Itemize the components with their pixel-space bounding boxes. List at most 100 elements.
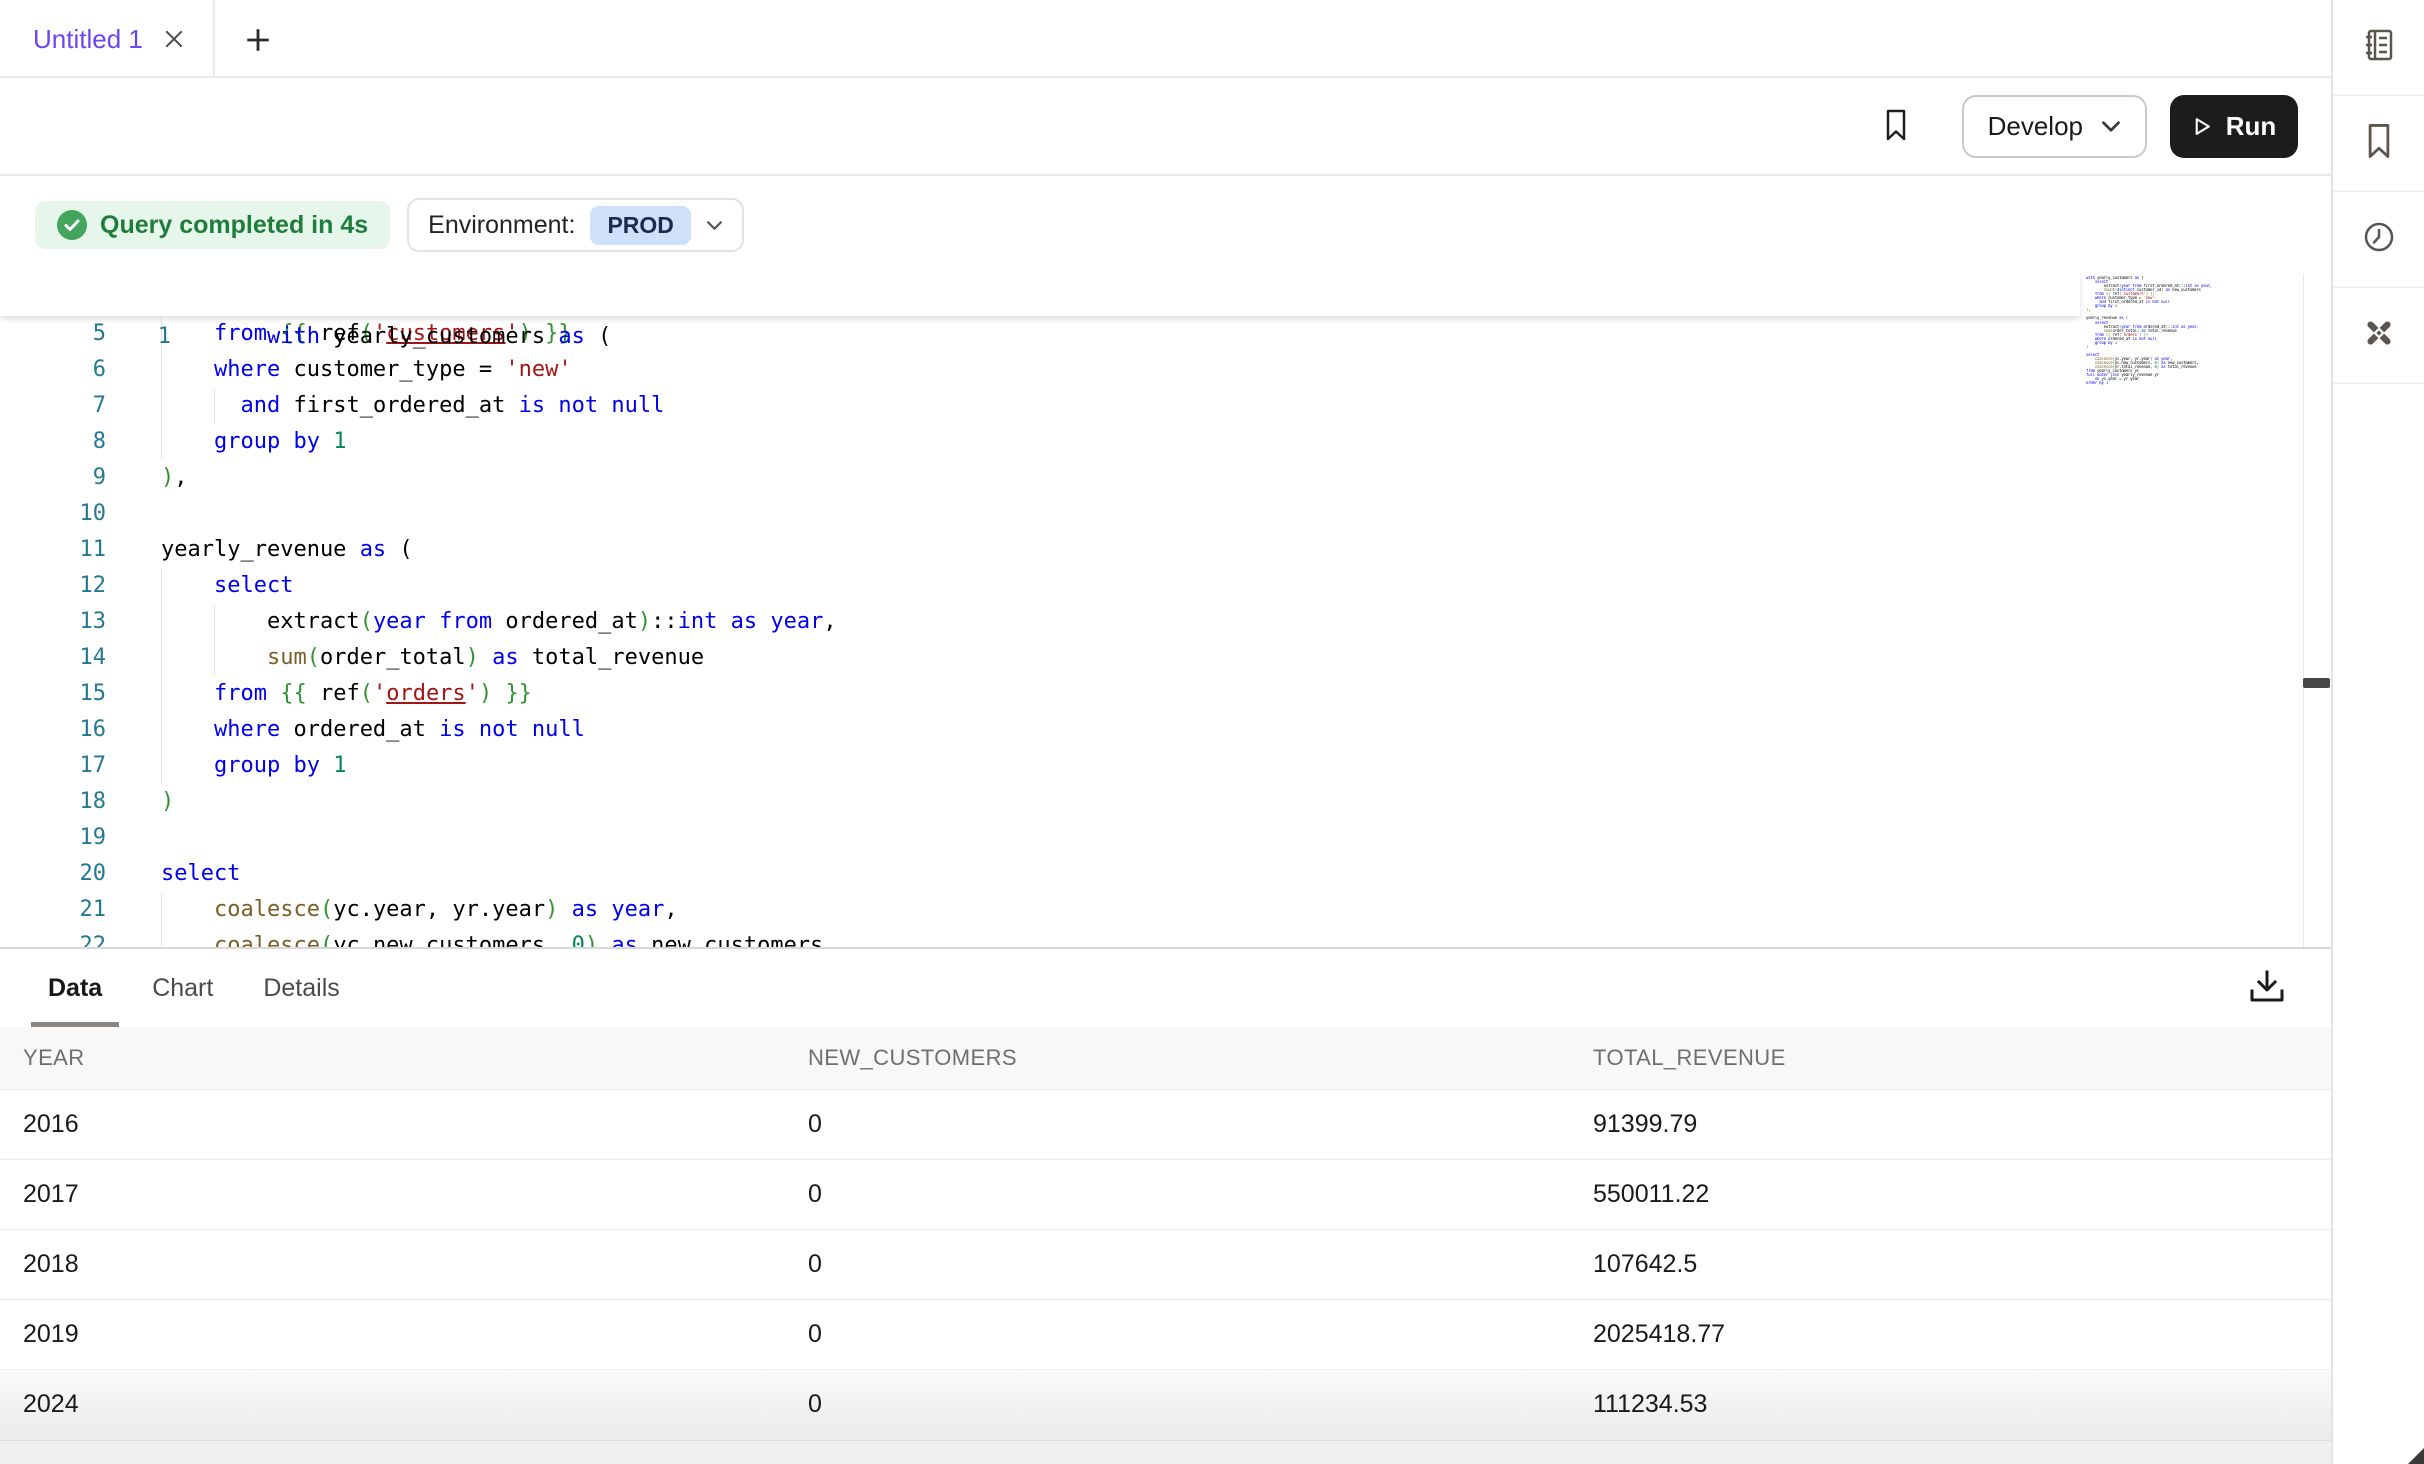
table-cell: 111234.53 [1570, 1390, 2331, 1419]
code-editor[interactable]: 5 from {{ ref('customers') }}6 where cus… [0, 274, 2331, 947]
run-button[interactable]: Run [2170, 95, 2298, 158]
develop-label: Develop [1988, 111, 2083, 142]
results-tab-data[interactable]: Data [48, 949, 102, 1027]
code-text: coalesce(yc.new_customers, 0) as new_cus… [161, 928, 837, 947]
sidebar-item-bookmarks[interactable] [2333, 96, 2424, 192]
table-header: YEARNEW_CUSTOMERSTOTAL_REVENUE [0, 1027, 2331, 1090]
results-tab-details[interactable]: Details [263, 949, 339, 1027]
table-row: 20170550011.22 [0, 1160, 2331, 1230]
horizontal-scrollbar-track[interactable] [0, 1440, 2331, 1464]
minimap[interactable]: with yearly_customers as ( select extrac… [2086, 276, 2302, 385]
line-number: 1 [106, 316, 171, 358]
download-icon [2244, 967, 2290, 1010]
code-line-13[interactable]: 13 extract(year from ordered_at)::int as… [0, 604, 2331, 640]
bookmark-button[interactable] [1874, 104, 1918, 148]
code-line-17[interactable]: 17 group by 1 [0, 748, 2331, 784]
resize-corner-handle[interactable] [2408, 1448, 2424, 1464]
column-header-new_customers: NEW_CUSTOMERS [785, 1045, 1570, 1071]
query-status-text: Query completed in 4s [100, 211, 368, 240]
table-row: 20240111234.53 [0, 1370, 2331, 1440]
code-line-11[interactable]: 11yearly_revenue as ( [0, 532, 2331, 568]
table-row: 20180107642.5 [0, 1230, 2331, 1300]
table-cell: 0 [785, 1320, 1570, 1349]
table-cell: 0 [785, 1390, 1570, 1419]
environment-label: Environment: [428, 211, 575, 240]
code-text: select [161, 568, 293, 604]
code-text: group by 1 [161, 748, 346, 784]
code-line-9[interactable]: 9), [0, 460, 2331, 496]
check-circle-icon [57, 210, 87, 240]
results-tab-chart[interactable]: Chart [152, 949, 213, 1027]
table-row: 2016091399.79 [0, 1090, 2331, 1160]
results-panel: Data Chart Details YEARNEW_CUSTOMERSTOTAL_… [0, 947, 2331, 1464]
query-status-badge: Query completed in 4s [35, 201, 390, 249]
tab-label: Untitled 1 [33, 24, 143, 55]
code-line-15[interactable]: 15 from {{ ref('orders') }} [0, 676, 2331, 712]
run-label: Run [2226, 111, 2277, 142]
code-text: where ordered_at is not null [161, 712, 585, 748]
code-text: from {{ ref('orders') }} [161, 676, 532, 712]
code-text: group by 1 [161, 424, 346, 460]
minimap-line: order by 1 [2086, 381, 2302, 385]
line-number: 13 [0, 604, 106, 640]
line-number: 12 [0, 568, 106, 604]
code-text: sum(order_total) as total_revenue [161, 640, 704, 676]
code-line-19[interactable]: 19 [0, 820, 2331, 856]
tab-untitled-1[interactable]: Untitled 1 [0, 0, 213, 78]
table-cell: 107642.5 [1570, 1250, 2331, 1279]
code-lines: 5 from {{ ref('customers') }}6 where cus… [0, 316, 2331, 947]
line-number: 19 [0, 820, 106, 856]
code-text: ) [161, 784, 174, 820]
close-icon[interactable] [163, 28, 185, 50]
code-line-18[interactable]: 18) [0, 784, 2331, 820]
sticky-scroll-line[interactable]: 1with yearly_customers as ( [0, 274, 2080, 316]
table-cell: 2017 [0, 1180, 785, 1209]
environment-select[interactable]: Environment: PROD [407, 198, 744, 252]
chevron-down-icon [706, 220, 723, 231]
download-button[interactable] [2244, 965, 2290, 1011]
sidebar-item-assistant[interactable] [2333, 288, 2424, 384]
code-line-12[interactable]: 12 select [0, 568, 2331, 604]
code-line-16[interactable]: 16 where ordered_at is not null [0, 712, 2331, 748]
code-line-20[interactable]: 20select [0, 856, 2331, 892]
line-number: 14 [0, 640, 106, 676]
table-cell: 2019 [0, 1320, 785, 1349]
column-header-year: YEAR [0, 1045, 785, 1071]
plus-icon [243, 25, 273, 58]
table-cell: 91399.79 [1570, 1110, 2331, 1139]
code-line-22[interactable]: 22 coalesce(yc.new_customers, 0) as new_… [0, 928, 2331, 947]
code-line-8[interactable]: 8 group by 1 [0, 424, 2331, 460]
code-text: extract(year from ordered_at)::int as ye… [161, 604, 837, 640]
table-cell: 2025418.77 [1570, 1320, 2331, 1349]
scrollbar-cursor-marker[interactable] [2303, 678, 2330, 688]
table-cell: 2018 [0, 1250, 785, 1279]
table-cell: 550011.22 [1570, 1180, 2331, 1209]
bookmark-icon [2361, 121, 2397, 166]
develop-button[interactable]: Develop [1962, 95, 2147, 158]
code-line-21[interactable]: 21 coalesce(yc.year, yr.year) as year, [0, 892, 2331, 928]
sidebar-item-history[interactable] [2333, 192, 2424, 288]
line-number: 17 [0, 748, 106, 784]
line-number: 11 [0, 532, 106, 568]
sidebar-item-notebook[interactable] [2333, 0, 2424, 96]
new-tab-button[interactable] [236, 19, 280, 63]
table-row: 201902025418.77 [0, 1300, 2331, 1370]
code-text: with yearly_customers as ( [267, 316, 611, 358]
code-line-7[interactable]: 7 and first_ordered_at is not null [0, 388, 2331, 424]
code-text: and first_ordered_at is not null [161, 388, 664, 424]
line-number: 15 [0, 676, 106, 712]
code-line-14[interactable]: 14 sum(order_total) as total_revenue [0, 640, 2331, 676]
sparkle-x-icon [2358, 312, 2400, 359]
tab-bar: Untitled 1 [0, 0, 2331, 78]
line-number: 22 [0, 928, 106, 947]
status-row: Query completed in 4s Environment: PROD [0, 176, 2331, 274]
table-cell: 0 [785, 1110, 1570, 1139]
table-cell: 0 [785, 1250, 1570, 1279]
code-line-10[interactable]: 10 [0, 496, 2331, 532]
play-icon [2192, 116, 2213, 137]
chevron-down-icon [2101, 120, 2121, 133]
line-number: 8 [0, 424, 106, 460]
scrollbar-track [2303, 274, 2304, 947]
table-cell: 2024 [0, 1390, 785, 1419]
table-body: 2016091399.7920170550011.2220180107642.5… [0, 1090, 2331, 1440]
